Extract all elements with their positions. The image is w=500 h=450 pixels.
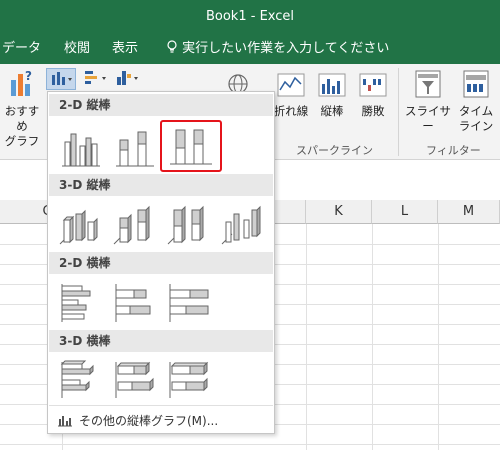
column-chart-small-icon bbox=[58, 416, 72, 427]
100-stacked-bar-icon bbox=[169, 284, 209, 322]
3d-stacked-bar-icon bbox=[115, 361, 154, 398]
timeline-button[interactable]: タイム ライン bbox=[456, 68, 496, 134]
column-chart-gallery: 2-D 縦棒 3-D 縦棒 2-D 横棒 3-D 横棒 その他の縦棒グラフ(M)… bbox=[47, 91, 275, 434]
column-header-g-label: G bbox=[8, 204, 52, 219]
more-column-charts-link[interactable]: その他の縦棒グラフ(M)... bbox=[49, 405, 273, 433]
lightbulb-icon bbox=[167, 40, 177, 53]
column-header-l-label: L bbox=[400, 204, 409, 219]
sparkline-line-button[interactable]: 折れ線 bbox=[272, 70, 310, 119]
window-title: Book1 - Excel bbox=[205, 9, 295, 24]
column-header-l[interactable]: L bbox=[372, 200, 438, 224]
bar-chart-icon bbox=[85, 71, 106, 84]
3d-stacked-bar-option[interactable] bbox=[110, 354, 160, 404]
grid-column-line bbox=[438, 224, 439, 450]
hierarchy-chart-button[interactable] bbox=[114, 68, 144, 90]
slicer-icon bbox=[415, 70, 441, 98]
ribbon-tab-bar: データ 校閲 表示 実行したい作業を入力してください bbox=[0, 34, 500, 64]
stacked-column-option[interactable] bbox=[110, 122, 160, 172]
column-chart-button[interactable] bbox=[46, 68, 76, 90]
more-column-charts-label: その他の縦棒グラフ(M)... bbox=[79, 414, 219, 428]
sparkline-column-label: 縦棒 bbox=[320, 104, 344, 118]
tab-view[interactable]: 表示 bbox=[112, 34, 138, 64]
recommended-charts-label-1: おすすめ bbox=[4, 104, 40, 133]
sparkline-column-button[interactable]: 縦棒 bbox=[314, 70, 350, 119]
section-2d-column: 2-D 縦棒 bbox=[49, 94, 273, 116]
title-bar: Book1 - Excel bbox=[0, 0, 500, 34]
3d-clustered-column-option[interactable] bbox=[56, 200, 106, 250]
timeline-label-1: タイム bbox=[458, 104, 494, 118]
100-stacked-column-icon bbox=[170, 129, 212, 165]
sparkline-winloss-icon bbox=[359, 73, 387, 97]
stacked-bar-icon bbox=[115, 284, 151, 322]
stacked-column-icon bbox=[116, 131, 154, 167]
column-chart-icon bbox=[52, 72, 72, 85]
clustered-bar-icon bbox=[61, 284, 91, 322]
sparkline-line-label: 折れ線 bbox=[273, 104, 309, 118]
slicer-button[interactable]: スライサー bbox=[402, 68, 454, 134]
timeline-icon bbox=[463, 70, 489, 98]
section-3d-bar: 3-D 横棒 bbox=[49, 330, 273, 352]
tell-me-text: 実行したい作業を入力してください bbox=[182, 41, 390, 56]
slicer-label: スライサー bbox=[405, 104, 451, 133]
clustered-bar-option[interactable] bbox=[56, 278, 106, 328]
tab-data[interactable]: データ bbox=[2, 34, 41, 64]
filter-group-label: フィルター bbox=[426, 144, 481, 157]
recommended-charts-button[interactable]: ? おすすめ グラフ bbox=[0, 66, 44, 149]
recommended-chart-icon: ? bbox=[11, 69, 32, 96]
section-3d-column: 3-D 縦棒 bbox=[49, 174, 273, 196]
sparkline-winloss-label: 勝敗 bbox=[361, 104, 385, 118]
column-header-m[interactable]: M bbox=[438, 200, 500, 224]
3d-clustered-bar-icon bbox=[60, 360, 94, 398]
grid-row-line bbox=[0, 444, 500, 445]
stacked-bar-option[interactable] bbox=[110, 278, 160, 328]
sparkline-winloss-button[interactable]: 勝敗 bbox=[355, 70, 391, 119]
recommended-charts-label-2: グラフ bbox=[4, 134, 40, 148]
grid-column-line bbox=[372, 224, 373, 450]
sparkline-column-icon bbox=[318, 73, 346, 97]
3d-stacked-column-option[interactable] bbox=[110, 200, 160, 250]
timeline-label-2: ライン bbox=[458, 119, 494, 133]
sparkline-line-icon bbox=[277, 73, 305, 97]
clustered-column-option[interactable] bbox=[56, 122, 106, 172]
3d-100-stacked-bar-option[interactable] bbox=[164, 354, 214, 404]
svg-text:?: ? bbox=[25, 69, 32, 83]
ribbon-group-divider bbox=[398, 68, 399, 156]
3d-100-stacked-column-option[interactable] bbox=[164, 200, 214, 250]
column-header-k-label: K bbox=[334, 204, 343, 219]
hierarchy-chart-icon bbox=[117, 71, 138, 85]
3d-column-option[interactable] bbox=[218, 200, 268, 250]
3d-column-icon bbox=[221, 205, 261, 245]
3d-clustered-column-icon bbox=[59, 209, 98, 245]
100-stacked-bar-option[interactable] bbox=[164, 278, 214, 328]
tab-review[interactable]: 校閲 bbox=[64, 34, 90, 64]
bar-chart-button[interactable] bbox=[82, 68, 112, 90]
clustered-column-icon bbox=[62, 133, 100, 167]
100-stacked-column-option[interactable] bbox=[160, 120, 222, 172]
3d-stacked-column-icon bbox=[113, 205, 150, 245]
section-2d-bar: 2-D 横棒 bbox=[49, 252, 273, 274]
3d-100-stacked-bar-icon bbox=[169, 361, 209, 398]
column-header-k[interactable]: K bbox=[306, 200, 372, 224]
3d-100-stacked-column-icon bbox=[167, 205, 204, 245]
3d-clustered-bar-option[interactable] bbox=[56, 354, 106, 404]
sparkline-group-label: スパークライン bbox=[296, 144, 373, 157]
grid-column-line bbox=[306, 224, 307, 450]
column-header-m-label: M bbox=[462, 204, 475, 219]
tell-me-box[interactable]: 実行したい作業を入力してください bbox=[166, 34, 389, 64]
